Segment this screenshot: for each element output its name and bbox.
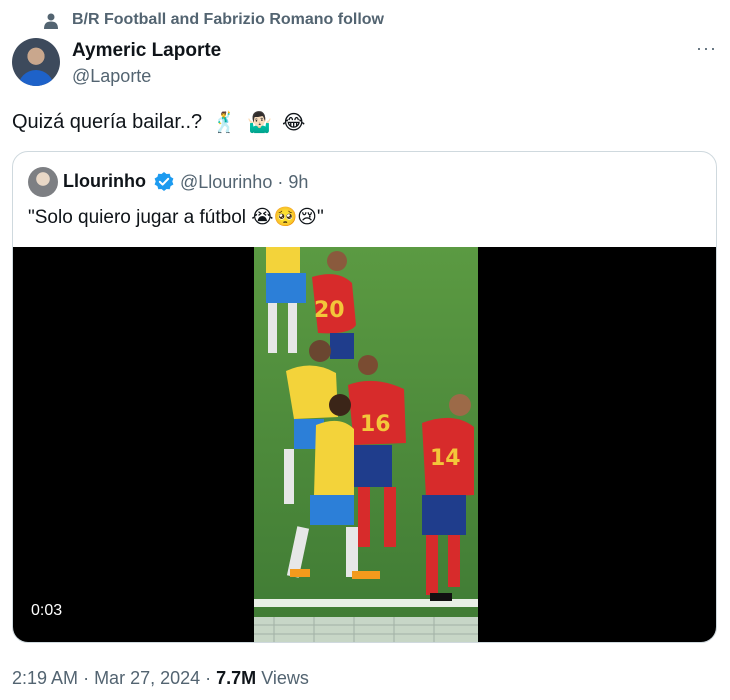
time-separator: · <box>272 172 289 192</box>
tweet-meta: 2:19 AM · Mar 27, 2024 · 7.7M Views <box>12 668 309 688</box>
author-name[interactable]: Aymeric Laporte <box>72 40 221 62</box>
author-handle[interactable]: @Laporte <box>72 66 151 87</box>
video-frame[interactable]: 20 16 14 <box>254 247 478 642</box>
quoted-time[interactable]: 9h <box>288 172 308 192</box>
tweet-date[interactable]: Mar 27, 2024 <box>94 668 200 688</box>
views-count: 7.7M <box>216 668 257 688</box>
more-options-button[interactable]: ··· <box>696 38 717 59</box>
quoted-author-avatar[interactable] <box>28 167 58 197</box>
jersey-number-16: 16 <box>360 412 391 437</box>
quoted-tweet[interactable]: Llourinho @Llourinho · 9h "Solo quiero j… <box>12 151 717 643</box>
tweet-time[interactable]: 2:19 AM <box>12 668 78 688</box>
social-context-text: B/R Football and Fabrizio Romano follow <box>72 11 384 28</box>
jersey-number-14: 14 <box>430 446 461 471</box>
person-icon <box>44 13 58 29</box>
video-duration: 0:03 <box>31 602 63 619</box>
author-avatar[interactable] <box>12 38 60 86</box>
views-label: Views <box>261 668 309 688</box>
laughing-emoji: 😂 <box>281 112 306 134</box>
verified-badge-icon <box>154 172 174 191</box>
quoted-text: "Solo quiero jugar a fútbol 😭🥺😢" <box>28 207 324 228</box>
shrug-emoji: 🤷🏻‍♂️ <box>247 112 272 134</box>
dancer-emoji: 🕺 <box>212 112 238 134</box>
quoted-handle-time: @Llourinho · 9h <box>180 172 308 193</box>
quoted-author-handle[interactable]: @Llourinho <box>180 172 272 192</box>
quoted-author-name[interactable]: Llourinho <box>63 171 146 192</box>
tweet-text-body: Quizá quería bailar..? <box>12 111 203 133</box>
jersey-number-20: 20 <box>314 298 345 323</box>
social-context: B/R Football and Fabrizio Romano follow <box>44 11 384 29</box>
tweet-text: Quizá quería bailar..? 🕺 🤷🏻‍♂️ 😂 <box>12 110 305 135</box>
video-player[interactable]: 20 16 14 0:03 <box>13 247 716 642</box>
video-scene: 20 16 14 <box>254 247 478 642</box>
